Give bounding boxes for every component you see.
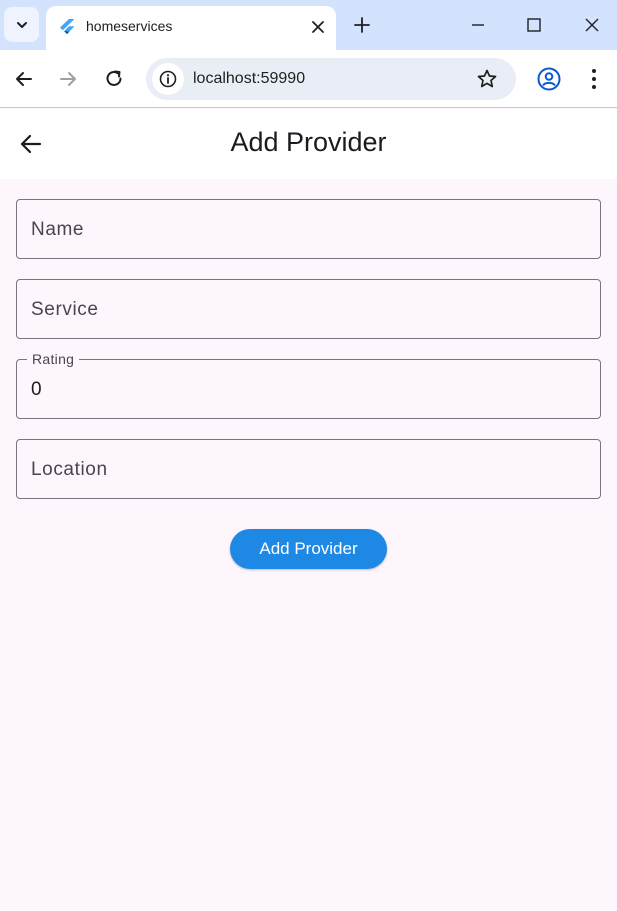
browser-tab-active[interactable]: homeservices <box>46 6 336 50</box>
location-field[interactable]: Location <box>16 439 601 499</box>
rating-field-label: Rating <box>27 351 80 367</box>
reload-icon[interactable] <box>102 67 126 91</box>
rating-field[interactable]: Rating 0 <box>16 351 601 419</box>
plus-icon[interactable] <box>350 13 374 37</box>
location-field-placeholder: Location <box>31 459 108 480</box>
address-url[interactable]: localhost:59990 <box>193 70 305 88</box>
name-field-placeholder: Name <box>31 219 85 240</box>
close-icon[interactable] <box>308 17 328 37</box>
star-icon[interactable] <box>475 67 499 91</box>
chevron-down-icon <box>16 21 27 28</box>
service-field-placeholder: Service <box>31 299 99 320</box>
form-body: Name Service Rating 0 Location Add Provi… <box>0 179 617 911</box>
address-bar[interactable]: localhost:59990 <box>146 58 516 100</box>
browser-tabstrip: homeservices <box>0 0 617 50</box>
tab-search-button[interactable] <box>4 7 39 42</box>
service-field[interactable]: Service <box>16 279 601 339</box>
back-arrow-icon[interactable] <box>12 67 36 91</box>
add-provider-button[interactable]: Add Provider <box>230 529 387 569</box>
site-info-button[interactable] <box>152 63 184 95</box>
name-field[interactable]: Name <box>16 199 601 259</box>
info-icon <box>159 70 177 88</box>
browser-toolbar: localhost:59990 <box>0 50 617 108</box>
forward-arrow-icon[interactable] <box>56 67 80 91</box>
rating-field-value[interactable]: 0 <box>31 379 42 401</box>
flutter-icon <box>60 19 75 34</box>
kebab-menu-icon[interactable] <box>582 66 606 92</box>
maximize-icon[interactable] <box>522 13 546 37</box>
close-window-icon[interactable] <box>580 13 604 37</box>
tab-title: homeservices <box>86 18 173 34</box>
profile-icon[interactable] <box>536 66 562 92</box>
page-title: Add Provider <box>230 127 387 157</box>
app-bar: Add Provider <box>0 109 617 179</box>
minimize-icon[interactable] <box>466 13 490 37</box>
